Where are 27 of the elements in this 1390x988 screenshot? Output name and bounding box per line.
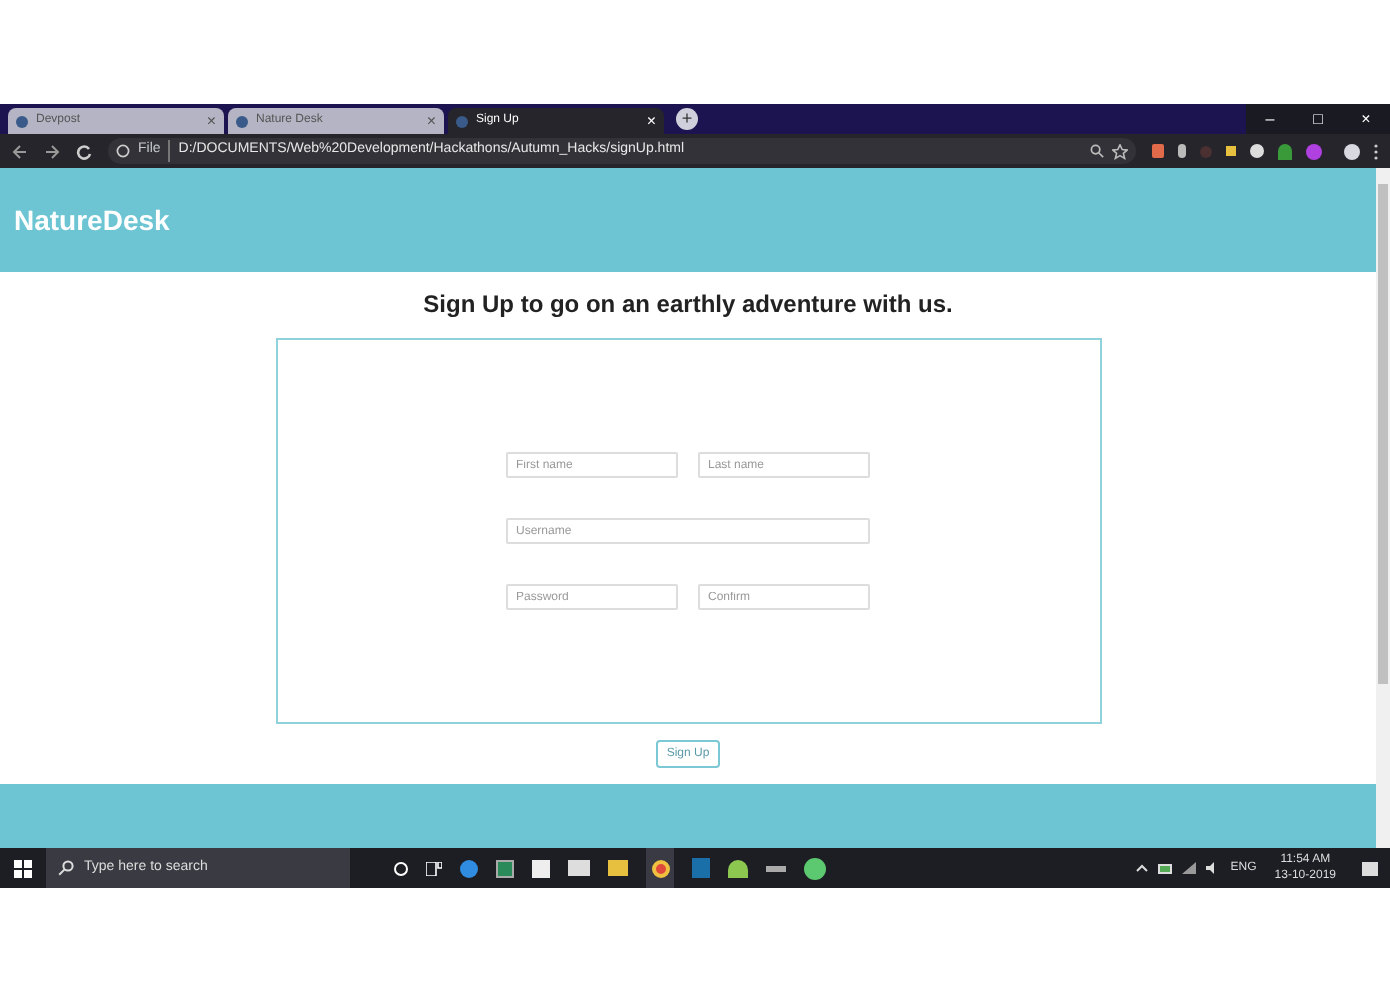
forward-icon[interactable]: [44, 143, 60, 159]
favicon: [16, 115, 28, 127]
windows-start-icon[interactable]: [14, 859, 32, 877]
maximize-button[interactable]: □: [1294, 104, 1342, 134]
chevron-up-icon[interactable]: [1136, 864, 1149, 872]
minimize-button[interactable]: –: [1246, 104, 1294, 134]
search-icon: [58, 860, 74, 876]
close-tab-button[interactable]: ×: [206, 113, 216, 129]
star-icon[interactable]: [1112, 143, 1128, 159]
new-tab-button[interactable]: +: [676, 108, 698, 130]
app-icon[interactable]: [804, 857, 826, 879]
scrollbar[interactable]: [1376, 168, 1390, 848]
favicon: [456, 115, 468, 127]
close-button[interactable]: ×: [1342, 104, 1390, 134]
task-view-icon[interactable]: [426, 861, 442, 875]
app-icon[interactable]: [496, 859, 514, 877]
close-tab-button[interactable]: ×: [426, 113, 436, 129]
back-icon[interactable]: [12, 143, 28, 159]
page-heading: Sign Up to go on an earthly adventure with us.: [423, 288, 953, 322]
favicon: [236, 115, 248, 127]
info-icon: [116, 144, 130, 158]
profile-icon[interactable]: [1344, 143, 1360, 159]
reload-icon[interactable]: [76, 143, 92, 159]
close-tab-button[interactable]: ×: [646, 113, 656, 129]
zoom-icon[interactable]: [1090, 144, 1104, 158]
app-icon[interactable]: [766, 865, 786, 871]
network-icon[interactable]: [1182, 862, 1197, 874]
